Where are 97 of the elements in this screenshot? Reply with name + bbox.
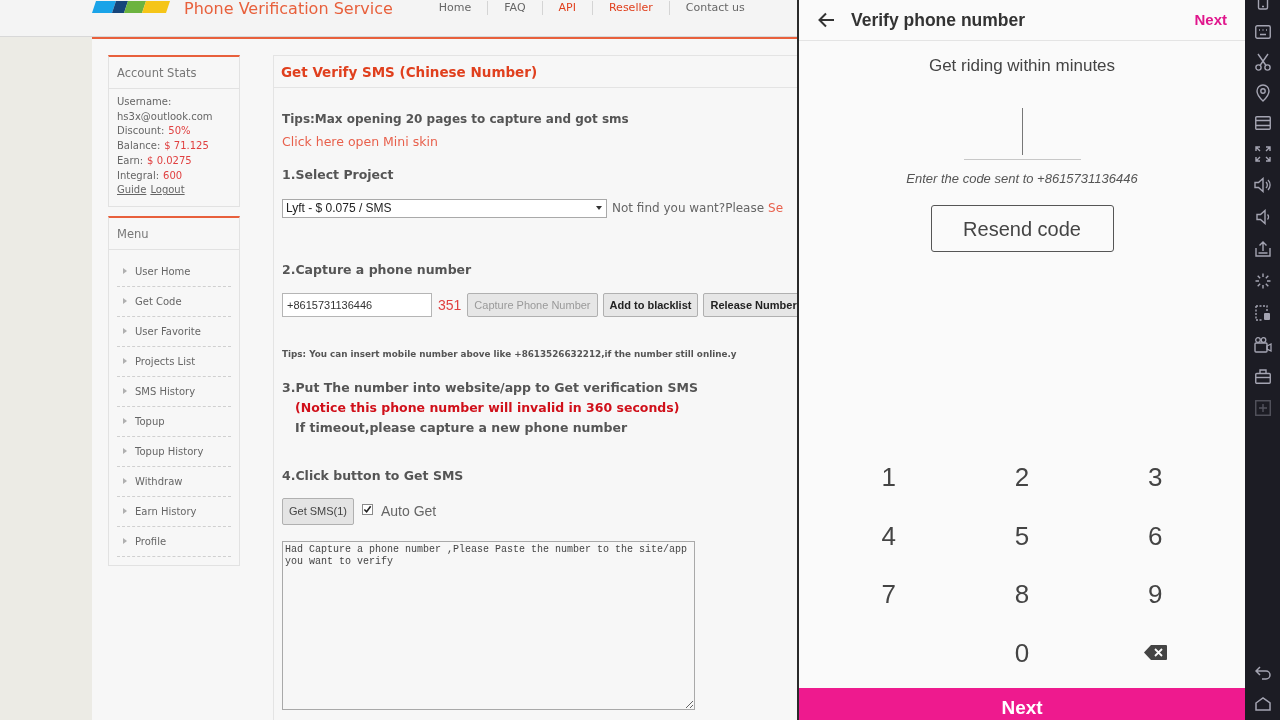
upload-icon[interactable]: [1254, 241, 1271, 257]
stat-label: Earn:: [117, 153, 144, 168]
nav-link[interactable]: Home: [422, 0, 488, 16]
menu-item[interactable]: User Favorite: [135, 323, 201, 339]
backspace-icon[interactable]: [1143, 645, 1167, 661]
video-camera-icon[interactable]: [1253, 337, 1272, 353]
home-icon[interactable]: [1254, 697, 1271, 711]
triangle-bullet-icon: [123, 388, 127, 395]
window-icon[interactable]: [1254, 116, 1271, 130]
timeout-note: If timeout,please capture a new phone number: [295, 419, 629, 437]
step-heading: 1.Select Project: [282, 166, 395, 184]
project-select[interactable]: Lyft - $ 0.075 / SMS: [282, 198, 607, 218]
keypad-key[interactable]: 2: [1002, 457, 1042, 498]
keypad-key[interactable]: 5: [1002, 515, 1042, 556]
menu-item[interactable]: Topup: [135, 413, 165, 429]
checkbox-label: Auto Get: [381, 502, 437, 521]
triangle-bullet-icon: [123, 508, 127, 515]
hint-text: Not find you want?Please: [612, 200, 765, 217]
stat-label: Discount:: [117, 124, 165, 139]
log-textarea[interactable]: Had Capture a phone number ,Please Paste the number to the site/app you want to verify: [282, 541, 695, 710]
keypad-key[interactable]: 3: [1135, 457, 1176, 498]
screenshot-icon[interactable]: [1254, 305, 1271, 321]
stat-value: $ 0.0275: [147, 153, 192, 168]
keyboard-icon[interactable]: [1254, 25, 1271, 39]
nav-link[interactable]: FAQ: [488, 0, 542, 16]
next-button[interactable]: Next: [799, 688, 1245, 720]
step-heading: 4.Click button to Get SMS: [282, 467, 465, 485]
tips-text: Tips:Max opening 20 pages to capture and got sms: [282, 111, 630, 128]
site-title: Phone Verification Service: [184, 0, 393, 18]
triangle-bullet-icon: [123, 418, 127, 425]
nav-link[interactable]: API: [542, 0, 592, 16]
step-heading: 3.Put The number into website/app to Get verification SMS: [282, 379, 700, 397]
volume-up-icon[interactable]: [1254, 177, 1271, 193]
keypad-key[interactable]: 0: [1002, 632, 1042, 673]
action-button[interactable]: Add to blacklist: [602, 293, 699, 317]
action-button[interactable]: Release Number: [703, 293, 797, 317]
mini-skin-link[interactable]: Click here open Mini skin: [282, 134, 438, 149]
keypad-key[interactable]: 4: [868, 515, 909, 556]
keypad-key[interactable]: 6: [1135, 515, 1176, 556]
card-title: Menu: [109, 217, 239, 250]
stat-value: 50%: [168, 124, 191, 139]
get-sms-button[interactable]: Get SMS(1): [282, 498, 354, 525]
triangle-bullet-icon: [123, 268, 127, 275]
keypad-key[interactable]: 1: [868, 457, 909, 498]
code-input[interactable]: [963, 107, 1081, 160]
menu-item[interactable]: User Home: [135, 263, 191, 279]
fullscreen-icon[interactable]: [1254, 146, 1271, 162]
triangle-bullet-icon: [123, 478, 127, 485]
notice-text: (Notice this phone number will invalid in 360 seconds): [295, 399, 681, 417]
spinner-icon[interactable]: [1254, 273, 1271, 289]
keypad-key[interactable]: 9: [1135, 574, 1176, 615]
account-link[interactable]: Guide: [117, 183, 147, 198]
nav-link[interactable]: Reseller: [592, 0, 669, 16]
back-arrow-icon[interactable]: [818, 12, 835, 28]
menu-item[interactable]: Get Code: [135, 293, 182, 309]
account-link[interactable]: Logout: [150, 183, 185, 198]
triangle-bullet-icon: [123, 328, 127, 335]
stat-value: 600: [163, 168, 183, 183]
menu-item[interactable]: Topup History: [135, 443, 204, 459]
step-heading: 2.Capture a phone number: [282, 261, 473, 279]
keypad-key[interactable]: 7: [868, 574, 909, 615]
triangle-bullet-icon: [123, 298, 127, 305]
resend-code-button[interactable]: Resend code: [930, 205, 1114, 252]
code-prompt: Enter the code sent to +8615731136446: [905, 171, 1139, 187]
stat-label: Integral:: [117, 168, 160, 183]
toolbox-icon[interactable]: [1254, 369, 1271, 384]
next-link[interactable]: Next: [1194, 8, 1227, 32]
stat-label: Username:: [117, 95, 173, 109]
keypad-key[interactable]: 8: [1002, 574, 1042, 615]
back-icon[interactable]: [1254, 666, 1271, 680]
menu-item[interactable]: Earn History: [135, 503, 197, 519]
stat-value: hs3x@outlook.com: [117, 109, 214, 124]
location-pin-icon[interactable]: [1255, 84, 1270, 102]
stat-value: $ 71.125: [164, 139, 209, 154]
text-cursor-icon: [1021, 108, 1023, 155]
triangle-bullet-icon: [123, 448, 127, 455]
phone-number-input[interactable]: +8615731136446: [282, 293, 432, 317]
menu-item[interactable]: Profile: [135, 533, 167, 549]
screen-title: Verify phone number: [851, 8, 1026, 32]
volume-down-icon[interactable]: [1255, 209, 1270, 225]
menu-item[interactable]: SMS History: [135, 383, 196, 399]
stat-label: Balance:: [117, 139, 161, 154]
phone-icon[interactable]: [1256, 0, 1269, 10]
nav-link[interactable]: Contact us: [669, 0, 761, 16]
triangle-bullet-icon: [123, 358, 127, 365]
headline-text: Get riding within minutes: [927, 56, 1117, 76]
countdown-text: 351: [438, 295, 462, 315]
triangle-bullet-icon: [123, 538, 127, 545]
menu-item[interactable]: Withdraw: [135, 473, 183, 489]
scissors-icon[interactable]: [1254, 53, 1271, 71]
auto-get-checkbox[interactable]: [362, 504, 373, 515]
card-title: Account Stats: [109, 57, 239, 89]
caret-icon: [596, 206, 602, 210]
panel-title: Get Verify SMS (Chinese Number): [274, 56, 797, 88]
menu-item[interactable]: Projects List: [135, 353, 196, 369]
tips-text: Tips: You can insert mobile number above like +8613526632212,if the number still online.y: [282, 348, 738, 361]
search-link[interactable]: Se: [768, 199, 784, 217]
